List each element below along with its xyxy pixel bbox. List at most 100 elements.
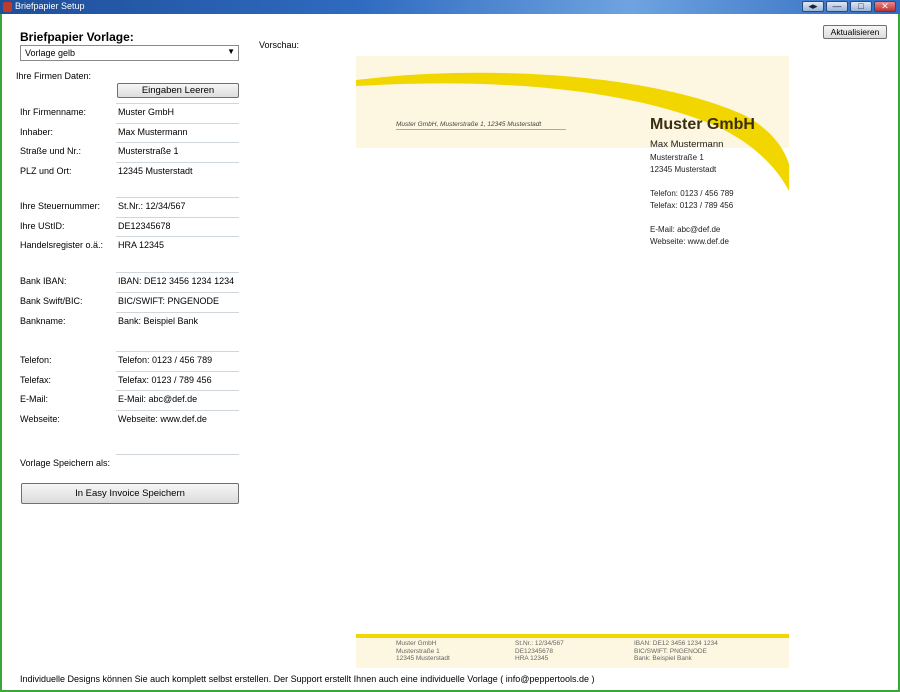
- field-input-email[interactable]: E-Mail: abc@def.de: [118, 394, 239, 404]
- field-underline: [116, 142, 239, 143]
- field-input-bank-name[interactable]: Bank: Beispiel Bank: [118, 316, 239, 326]
- preview-footer-text: Bank: Beispiel Bank: [634, 655, 692, 662]
- field-row-bank-bic: Bank Swift/BIC: BIC/SWIFT: PNGENODE: [20, 292, 239, 312]
- preview-footer-bar: [356, 634, 789, 638]
- field-underline: [116, 236, 239, 237]
- field-input-fax[interactable]: Telefax: 0123 / 789 456: [118, 375, 239, 385]
- field-input-vat-id[interactable]: DE12345678: [118, 221, 239, 231]
- save-to-easy-invoice-button[interactable]: In Easy Invoice Speichern: [21, 483, 239, 504]
- field-input-trade-register[interactable]: HRA 12345: [118, 240, 239, 250]
- field-row-phone: Telefon: Telefon: 0123 / 456 789: [20, 351, 239, 371]
- field-underline: [116, 371, 239, 372]
- template-select[interactable]: Vorlage gelb ▼: [20, 45, 239, 61]
- clear-inputs-button[interactable]: Eingaben Leeren: [117, 83, 239, 98]
- minimize-button[interactable]: —: [826, 1, 848, 12]
- preview-owner: Max Mustermann: [650, 139, 724, 150]
- preview-sender-line: Muster GmbH, Musterstraße 1, 12345 Muste…: [396, 121, 566, 130]
- preview-phone: Telefon: 0123 / 456 789: [650, 189, 734, 198]
- field-row-tax-number: Ihre Steuernummer: St.Nr.: 12/34/567: [20, 197, 239, 217]
- preview-footer-text: St.Nr.: 12/34/567: [515, 640, 564, 647]
- preview-footer-text: HRA 12345: [515, 655, 549, 662]
- field-row-trade-register: Handelsregister o.ä.: HRA 12345: [20, 236, 239, 256]
- field-row-email: E-Mail: E-Mail: abc@def.de: [20, 390, 239, 410]
- field-row-bank-name: Bankname: Bank: Beispiel Bank: [20, 312, 239, 332]
- template-heading: Briefpapier Vorlage:: [20, 30, 134, 44]
- field-input-bank-iban[interactable]: IBAN: DE12 3456 1234 1234: [118, 276, 239, 286]
- field-label-website: Webseite:: [20, 414, 60, 424]
- field-underline: [116, 162, 239, 163]
- field-row-vat-id: Ihre UStID: DE12345678: [20, 217, 239, 237]
- company-section-label: Ihre Firmen Daten:: [16, 71, 92, 81]
- field-input-phone[interactable]: Telefon: 0123 / 456 789: [118, 355, 239, 365]
- preview-footer-text: IBAN: DE12 3456 1234 1234: [634, 640, 718, 647]
- field-label-bank-iban: Bank IBAN:: [20, 276, 67, 286]
- field-underline: [116, 103, 239, 104]
- field-row-street: Straße und Nr.: Musterstraße 1: [20, 142, 239, 162]
- preview-footer-col-address: Muster GmbH Musterstraße 1 12345 Musters…: [396, 640, 450, 663]
- preview-label: Vorschau:: [259, 40, 300, 50]
- title-bar: Briefpapier Setup ◂▸ — □ ✕: [0, 0, 900, 14]
- field-label-street: Straße und Nr.:: [20, 146, 82, 156]
- preview-footer: Muster GmbH Musterstraße 1 12345 Musters…: [356, 634, 789, 668]
- switch-window-button[interactable]: ◂▸: [802, 1, 824, 12]
- field-label-owner: Inhaber:: [20, 127, 54, 137]
- preview-footer-text: Musterstraße 1: [396, 647, 440, 655]
- field-underline: [116, 272, 239, 273]
- field-input-company-name[interactable]: Muster GmbH: [118, 107, 239, 117]
- field-label-phone: Telefon:: [20, 355, 52, 365]
- maximize-button[interactable]: □: [850, 1, 872, 12]
- preview-footer-text: DE12345678: [515, 647, 553, 655]
- field-label-email: E-Mail:: [20, 394, 49, 404]
- field-underline: [116, 197, 239, 198]
- field-label-bank-name: Bankname:: [20, 316, 66, 326]
- field-label-vat-id: Ihre UStID:: [20, 221, 65, 231]
- preview-city: 12345 Musterstadt: [650, 165, 717, 174]
- field-label-save-template-name: Vorlage Speichern als:: [20, 458, 111, 468]
- field-underline: [116, 123, 239, 124]
- field-row-website: Webseite: Webseite: www.def.de: [20, 410, 239, 430]
- field-underline: [116, 351, 239, 352]
- field-input-bank-bic[interactable]: BIC/SWIFT: PNGENODE: [118, 296, 239, 306]
- field-row-city: PLZ und Ort: 12345 Musterstadt: [20, 162, 239, 182]
- field-input-owner[interactable]: Max Mustermann: [118, 127, 239, 137]
- preview-email: E-Mail: abc@def.de: [650, 225, 721, 234]
- field-row-fax: Telefax: Telefax: 0123 / 789 456: [20, 371, 239, 391]
- field-input-tax-number[interactable]: St.Nr.: 12/34/567: [118, 201, 239, 211]
- window-client: Briefpapier Vorlage: Vorlage gelb ▼ Ihre…: [2, 14, 898, 690]
- window-title: Briefpapier Setup: [15, 1, 85, 11]
- refresh-button[interactable]: Aktualisieren: [823, 25, 887, 39]
- field-underline: [116, 454, 239, 455]
- field-input-street[interactable]: Musterstraße 1: [118, 146, 239, 156]
- preview-footer-text: Muster GmbH: [396, 640, 437, 647]
- close-button[interactable]: ✕: [874, 1, 896, 12]
- field-underline: [116, 390, 239, 391]
- field-row-bank-iban: Bank IBAN: IBAN: DE12 3456 1234 1234: [20, 272, 239, 292]
- field-label-city: PLZ und Ort:: [20, 166, 72, 176]
- field-underline: [116, 312, 239, 313]
- field-underline: [116, 292, 239, 293]
- app-icon: [3, 2, 12, 12]
- field-label-fax: Telefax:: [20, 375, 52, 385]
- field-label-tax-number: Ihre Steuernummer:: [20, 201, 101, 211]
- field-label-trade-register: Handelsregister o.ä.:: [20, 240, 104, 250]
- preview-company-name: Muster GmbH: [650, 116, 755, 133]
- field-underline: [116, 410, 239, 411]
- letterhead-preview: Muster GmbH, Musterstraße 1, 12345 Muste…: [356, 56, 789, 668]
- footer-note: Individuelle Designs können Sie auch kom…: [20, 674, 595, 684]
- preview-footer-col-bank: IBAN: DE12 3456 1234 1234 BIC/SWIFT: PNG…: [634, 640, 718, 663]
- preview-footer-text: BIC/SWIFT: PNGENODE: [634, 647, 707, 655]
- field-underline: [116, 217, 239, 218]
- field-label-company-name: Ihr Firmenname:: [20, 107, 87, 117]
- preview-street: Musterstraße 1: [650, 153, 704, 162]
- preview-web: Webseite: www.def.de: [650, 237, 730, 246]
- field-input-website[interactable]: Webseite: www.def.de: [118, 414, 239, 424]
- field-row-save-template-name: Vorlage Speichern als:: [20, 454, 239, 474]
- field-row-owner: Inhaber: Max Mustermann: [20, 123, 239, 143]
- preview-fax: Telefax: 0123 / 789 456: [650, 201, 734, 210]
- template-select-value: Vorlage gelb: [25, 48, 76, 58]
- chevron-down-icon[interactable]: ▼: [227, 47, 235, 56]
- field-row-company-name: Ihr Firmenname: Muster GmbH: [20, 103, 239, 123]
- field-input-city[interactable]: 12345 Musterstadt: [118, 166, 239, 176]
- field-label-bank-bic: Bank Swift/BIC:: [20, 296, 83, 306]
- preview-footer-col-tax: St.Nr.: 12/34/567 DE12345678 HRA 12345: [515, 640, 564, 663]
